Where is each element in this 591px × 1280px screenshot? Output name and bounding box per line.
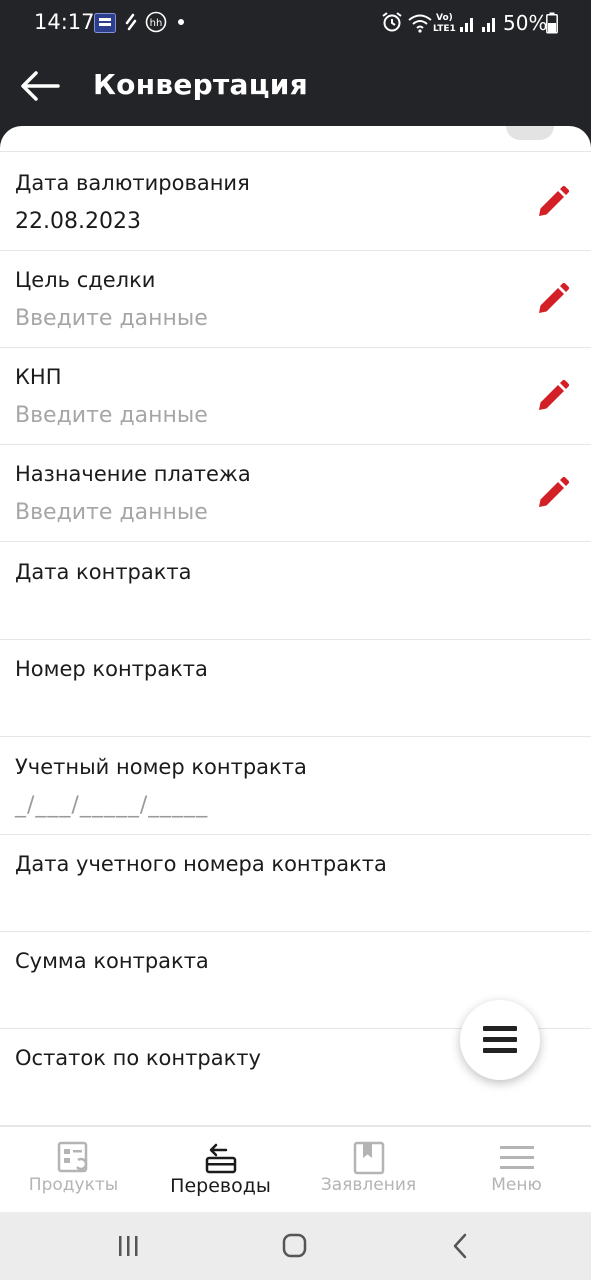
arrow-left-icon [21,71,60,101]
field-value: 22.08.2023 [15,209,141,234]
back-button[interactable] [14,66,66,106]
battery-icon [546,12,558,34]
nav-item-products[interactable]: Продукты [0,1127,147,1213]
link-icon [125,13,137,31]
field-label: Дата валютирования [15,171,250,195]
field-knp[interactable]: КНП Введите данные [0,347,591,445]
edit-button[interactable] [532,183,572,223]
field-contract-date[interactable]: Дата контракта [0,542,591,640]
status-time: 14:17 [34,10,95,34]
page-title: Конвертация [93,68,308,101]
menu-icon-bar [483,1026,517,1031]
nav-item-menu[interactable]: Меню [443,1127,590,1213]
field-label: Назначение платежа [15,462,251,486]
app-bar: Конвертация [0,48,591,128]
menu-icon-bar [483,1048,517,1053]
field-input-mask: _/___/_____/_____ [15,793,209,818]
dot-icon [178,19,184,25]
bottom-nav: Продукты Переводы Заявления Меню [0,1126,591,1212]
nav-label: Меню [491,1175,542,1195]
edit-button[interactable] [532,280,572,320]
recent-apps-button[interactable] [108,1230,148,1262]
battery-percent: 50% [503,11,548,35]
field-placeholder: Введите данные [15,500,208,525]
nav-item-transfers[interactable]: Переводы [147,1127,294,1213]
home-icon [282,1233,307,1258]
field-label: КНП [15,365,62,389]
field-value-date[interactable]: Дата валютирования 22.08.2023 [0,153,591,251]
status-bar: 14:17 hh Vo) LTE1 50% [0,0,591,48]
menu-icon [499,1146,534,1169]
nav-label: Заявления [320,1175,417,1195]
system-back-button[interactable] [440,1230,480,1262]
pencil-icon [539,476,570,507]
field-label: Дата учетного номера контракта [15,852,387,876]
volte-label: Vo) [436,13,453,23]
alarm-icon [382,12,402,32]
transfers-icon [205,1143,236,1174]
field-label: Номер контракта [15,657,208,681]
form-sheet: Дата валютирования 22.08.2023 Цель сделк… [0,126,591,1126]
field-label: Учетный номер контракта [15,755,307,779]
menu-icon-bar [483,1037,517,1042]
hh-icon: hh [145,11,167,33]
field-label: Сумма контракта [15,949,209,973]
app-notification-icon [94,13,116,33]
partial-row [0,126,591,152]
hh-label: hh [150,18,163,29]
field-contract-registration-number[interactable]: Учетный номер контракта _/___/_____/____… [0,737,591,835]
products-icon [57,1141,87,1173]
wifi-icon [408,14,432,33]
pencil-icon [539,185,570,216]
lte-label: LTE1 [433,24,456,34]
field-deal-purpose[interactable]: Цель сделки Введите данные [0,250,591,348]
field-label: Остаток по контракту [15,1046,261,1070]
edit-button[interactable] [532,377,572,417]
fab-menu-button[interactable] [460,1000,540,1080]
field-payment-purpose[interactable]: Назначение платежа Введите данные [0,444,591,542]
nav-label: Переводы [170,1175,271,1197]
field-label: Дата контракта [15,560,192,584]
signal-icon [460,18,495,32]
field-label: Цель сделки [15,268,156,292]
applications-icon [353,1141,384,1175]
system-nav-bar [0,1212,591,1280]
volte-icon: Vo) LTE1 [433,13,456,34]
pencil-icon [539,379,570,410]
field-registration-date[interactable]: Дата учетного номера контракта [0,834,591,932]
field-placeholder: Введите данные [15,306,208,331]
toggle-switch[interactable] [506,126,554,140]
back-icon [453,1233,467,1259]
field-contract-number[interactable]: Номер контракта [0,639,591,737]
pencil-icon [539,282,570,313]
home-button[interactable] [275,1230,315,1262]
recent-apps-icon [119,1236,138,1256]
edit-button[interactable] [532,474,572,514]
nav-item-applications[interactable]: Заявления [295,1127,442,1213]
nav-label: Продукты [28,1175,119,1195]
field-placeholder: Введите данные [15,403,208,428]
